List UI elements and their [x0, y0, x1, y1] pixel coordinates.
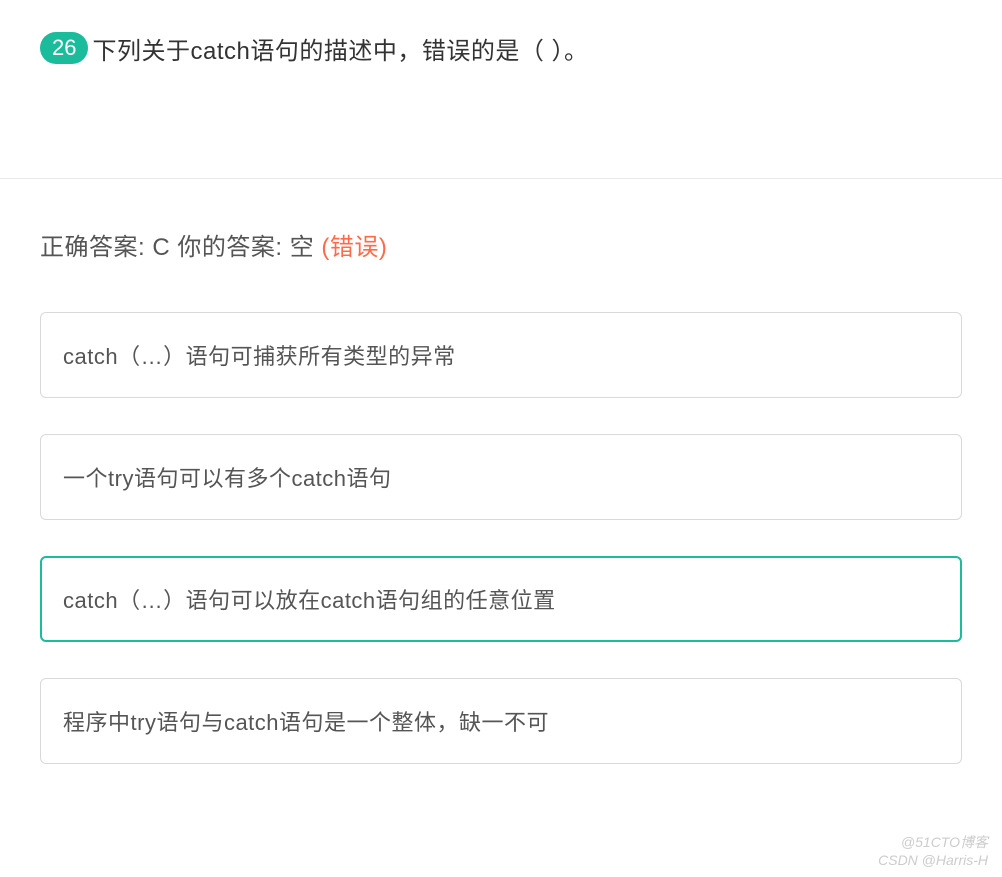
option-c[interactable]: catch（…）语句可以放在catch语句组的任意位置 [40, 556, 962, 642]
user-answer-value: 空 [290, 234, 322, 261]
user-answer-label: 你的答案: [177, 234, 289, 261]
option-a[interactable]: catch（…）语句可捕获所有类型的异常 [40, 312, 962, 398]
question-text: 下列关于catch语句的描述中，错误的是（ ）。 [92, 32, 588, 70]
answer-info: 正确答案: C 你的答案: 空 (错误) [40, 227, 962, 262]
correct-answer-value: C [152, 234, 170, 261]
option-d[interactable]: 程序中try语句与catch语句是一个整体，缺一不可 [40, 678, 962, 764]
option-b[interactable]: 一个try语句可以有多个catch语句 [40, 434, 962, 520]
option-text: catch（…）语句可捕获所有类型的异常 [63, 344, 456, 369]
options-container: catch（…）语句可捕获所有类型的异常 一个try语句可以有多个catch语句… [40, 312, 962, 764]
watermark: @51CTO博客 CSDN @Harris-H [878, 833, 988, 869]
answer-section: 正确答案: C 你的答案: 空 (错误) catch（…）语句可捕获所有类型的异… [0, 178, 1002, 764]
option-text: 程序中try语句与catch语句是一个整体，缺一不可 [63, 710, 549, 735]
answer-status: (错误) [321, 234, 387, 261]
correct-answer-label: 正确答案: [40, 234, 152, 261]
option-text: catch（…）语句可以放在catch语句组的任意位置 [63, 588, 556, 613]
question-header: 26 下列关于catch语句的描述中，错误的是（ ）。 [0, 0, 1002, 70]
question-number-badge: 26 [40, 32, 88, 64]
option-text: 一个try语句可以有多个catch语句 [63, 466, 392, 491]
watermark-line2: CSDN @Harris-H [878, 851, 988, 869]
watermark-line1: @51CTO博客 [878, 833, 988, 851]
